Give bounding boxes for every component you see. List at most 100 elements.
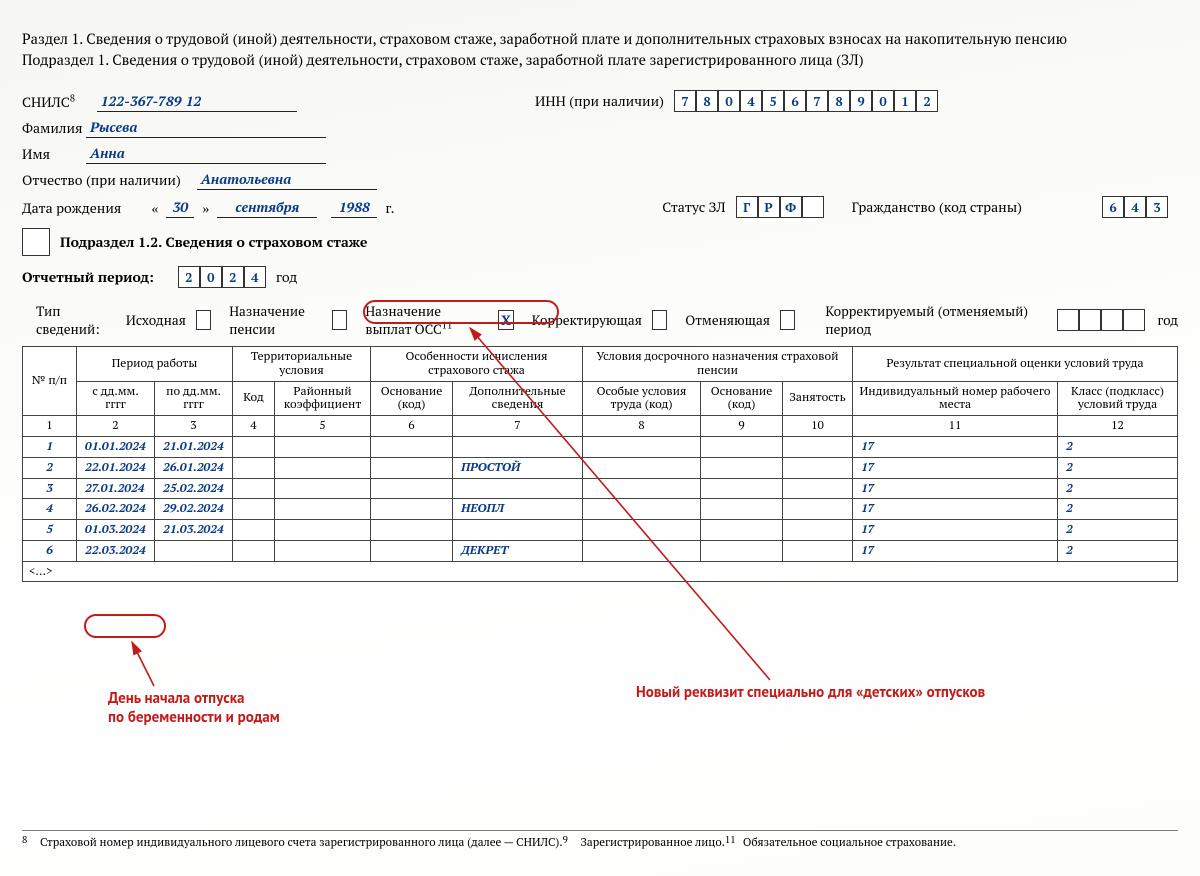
surname-line: Фамилия Рысева [22, 118, 1178, 138]
patronymic-line: Отчество (при наличии) Анатольевна [22, 170, 1178, 190]
period-digit: 2 [222, 266, 244, 288]
col-num: 5 [275, 416, 371, 437]
annotation-left: День начала отпуска по беременности и ро… [108, 690, 280, 728]
name-line: Имя Анна [22, 144, 1178, 164]
type-checkbox[interactable] [332, 310, 347, 330]
type-label: Назначение пенсии [229, 302, 322, 338]
type-checkbox[interactable] [780, 310, 795, 330]
status-digit: Ф [780, 196, 802, 218]
inn-digit: 4 [740, 90, 762, 112]
surname-label: Фамилия [22, 119, 86, 138]
th-terr-code: Код [233, 381, 275, 416]
types-label: Тип сведений: [36, 302, 116, 338]
inn-boxes: 780456789012 [674, 90, 938, 112]
table-row: 327.01.202425.02.2024172 [23, 478, 1178, 499]
inn-digit: 0 [872, 90, 894, 112]
surname-value: Рысева [86, 118, 326, 138]
period-digit: 2 [178, 266, 200, 288]
inn-label: ИНН (при наличии) [535, 92, 664, 111]
name-label: Имя [22, 145, 86, 164]
footnote: 8Страховой номер индивидуального лицевог… [22, 835, 563, 850]
col-num: 7 [453, 416, 583, 437]
section-titles: Раздел 1. Сведения о трудовой (иной) дея… [22, 30, 1178, 70]
th-sout: Результат специальной оценки условий тру… [853, 347, 1178, 382]
col-num: 4 [233, 416, 275, 437]
inn-block: ИНН (при наличии) 780456789012 [535, 90, 938, 112]
table-row: 426.02.202429.02.2024НЕОПЛ172 [23, 499, 1178, 520]
inn-digit: 7 [806, 90, 828, 112]
highlight-date [84, 614, 166, 638]
col-num: 1 [23, 416, 77, 437]
main-table: № п/п Период работы Территориальные усло… [22, 346, 1178, 562]
snils-label: СНИЛС8 [22, 93, 75, 112]
sub12-checkbox[interactable] [22, 228, 50, 256]
status-boxes: ГРФ [736, 196, 824, 218]
status-digit [802, 196, 824, 218]
type-checkbox[interactable] [652, 310, 667, 330]
footnotes: 8Страховой номер индивидуального лицевог… [22, 830, 1178, 850]
snils-block: СНИЛС8 122-367-789 12 [22, 92, 297, 112]
col-num: 2 [77, 416, 155, 437]
col-num: 11 [853, 416, 1058, 437]
footnote: 9Зарегистрированное лицо. [563, 835, 725, 850]
citizenship-digit: 3 [1146, 196, 1168, 218]
citizenship-boxes: 643 [1102, 196, 1168, 218]
snils-value: 122-367-789 12 [97, 92, 297, 112]
inn-digit: 6 [784, 90, 806, 112]
inn-digit: 7 [674, 90, 696, 112]
name-value: Анна [86, 144, 326, 164]
subsection-title: Подраздел 1. Сведения о трудовой (иной) … [22, 51, 1178, 70]
th-to: по дд.мм. гггг [155, 381, 233, 416]
patronymic-value: Анатольевна [197, 170, 377, 190]
status-citizenship: Статус ЗЛ ГРФ Гражданство (код страны) 6… [662, 196, 1168, 218]
type-checkbox[interactable]: Х [498, 310, 513, 330]
dob-label: Дата рождения [22, 199, 121, 218]
table-row: 222.01.202426.01.2024ПРОСТОЙ172 [23, 457, 1178, 478]
type-label: Отменяющая [685, 311, 770, 329]
th-stazh-base: Основание (код) [371, 381, 453, 416]
patronymic-label: Отчество (при наличии) [22, 171, 181, 190]
inn-digit: 0 [718, 90, 740, 112]
citizenship-digit: 4 [1124, 196, 1146, 218]
table-row: 101.01.202421.01.2024172 [23, 436, 1178, 457]
th-early-emp: Занятость [783, 381, 853, 416]
col-num: 10 [783, 416, 853, 437]
citizenship-digit: 6 [1102, 196, 1124, 218]
th-stazh: Особенности исчисления страхового стажа [371, 347, 583, 382]
corr-period-label: Корректируемый (отменяемый) период [825, 302, 1045, 338]
th-sout-num: Индивидуальный номер рабочего места [853, 381, 1058, 416]
inn-digit: 2 [916, 90, 938, 112]
col-num: 8 [583, 416, 701, 437]
th-early-base: Основание (код) [701, 381, 783, 416]
th-early: Условия досрочного назначения страховой … [583, 347, 853, 382]
type-label: Назначение выплат ОСС11 [365, 302, 488, 338]
inn-digit: 8 [828, 90, 850, 112]
status-label: Статус ЗЛ [662, 198, 725, 217]
th-terr-coef: Районный коэффициент [275, 381, 371, 416]
th-early-special: Особые условия труда (код) [583, 381, 701, 416]
type-label: Исходная [126, 311, 186, 329]
col-num: 12 [1058, 416, 1178, 437]
type-checkbox[interactable] [196, 310, 211, 330]
th-period: Период работы [77, 347, 233, 382]
period-digit: 4 [244, 266, 266, 288]
col-num: 9 [701, 416, 783, 437]
th-terr: Территориальные условия [233, 347, 371, 382]
annotation-right: Новый реквизит специально для «детских» … [636, 684, 985, 703]
col-num: 3 [155, 416, 233, 437]
section-title: Раздел 1. Сведения о трудовой (иной) дея… [22, 30, 1178, 49]
inn-digit: 5 [762, 90, 784, 112]
dob-year: 1988 [331, 198, 377, 218]
inn-digit: 8 [696, 90, 718, 112]
sub12-label: Подраздел 1.2. Сведения о страховом стаж… [60, 233, 367, 252]
dob-block: Дата рождения « 30 » сентября 1988 г. [22, 198, 395, 218]
inn-digit: 9 [850, 90, 872, 112]
inn-digit: 1 [894, 90, 916, 112]
type-label: Корректирующая [532, 311, 642, 329]
period-label: Отчетный период: [22, 268, 154, 287]
th-stazh-add: Дополнительные сведения [453, 381, 583, 416]
th-num: № п/п [23, 347, 77, 416]
table-ellipsis: <…> [22, 562, 1178, 582]
footnote: 11Обязательное социальное страхование. [725, 835, 956, 850]
citizenship-label: Гражданство (код страны) [852, 198, 1022, 217]
